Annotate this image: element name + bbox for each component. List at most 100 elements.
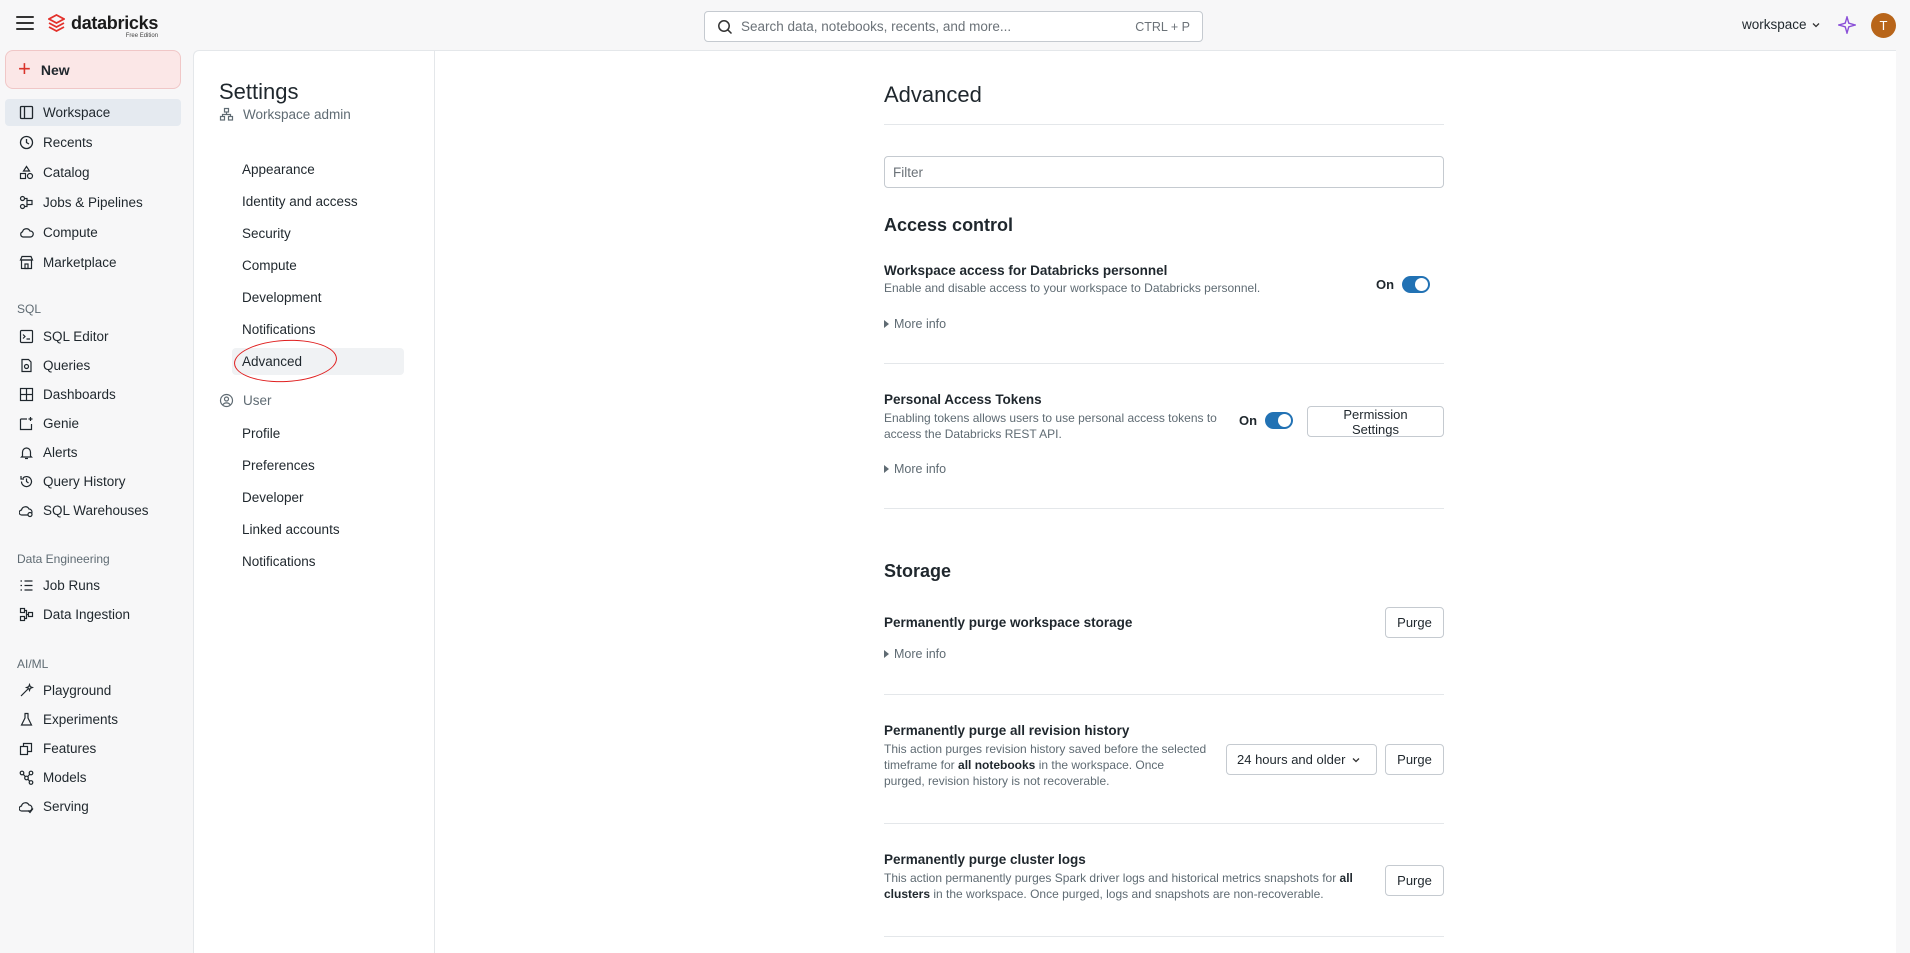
warehouse-icon bbox=[19, 506, 33, 518]
nav-queries[interactable]: Queries bbox=[5, 352, 181, 379]
nav-genie[interactable]: Genie bbox=[5, 410, 181, 437]
nav-sql-warehouses[interactable]: SQL Warehouses bbox=[5, 497, 181, 524]
cloud-icon bbox=[20, 228, 34, 238]
features-icon bbox=[19, 742, 33, 756]
settings-security[interactable]: Security bbox=[232, 220, 404, 247]
personnel-access-desc: Enable and disable access to your worksp… bbox=[884, 281, 1261, 295]
divider bbox=[884, 823, 1444, 824]
user-circle-icon bbox=[219, 393, 234, 408]
workspace-switcher[interactable]: workspace bbox=[1742, 17, 1821, 32]
nav-job-runs[interactable]: Job Runs bbox=[5, 572, 181, 599]
nav-serving[interactable]: Serving bbox=[5, 793, 181, 820]
purge-logs-title: Permanently purge cluster logs bbox=[884, 852, 1086, 867]
nav-sql-editor[interactable]: SQL Editor bbox=[5, 323, 181, 350]
nav-features[interactable]: Features bbox=[5, 735, 181, 762]
personnel-more-info[interactable]: More info bbox=[884, 317, 946, 331]
purge-storage-title: Permanently purge workspace storage bbox=[884, 615, 1133, 630]
settings-development[interactable]: Development bbox=[232, 284, 404, 311]
main-panel: Settings Workspace admin Appearance Iden… bbox=[193, 50, 1896, 953]
settings-notifications-admin[interactable]: Notifications bbox=[232, 316, 404, 343]
databricks-logo[interactable]: databricks Free Edition bbox=[48, 14, 158, 39]
purge-revision-button[interactable]: Purge bbox=[1385, 744, 1444, 775]
menu-icon[interactable] bbox=[16, 16, 34, 30]
caret-right-icon bbox=[884, 650, 889, 658]
nav-models[interactable]: Models bbox=[5, 764, 181, 791]
permission-settings-button[interactable]: Permission Settings bbox=[1307, 406, 1444, 437]
chevron-down-icon bbox=[1352, 757, 1360, 762]
search-shortcut: CTRL + P bbox=[1135, 19, 1190, 34]
storage-more-info[interactable]: More info bbox=[884, 647, 946, 661]
purge-storage-button[interactable]: Purge bbox=[1385, 607, 1444, 638]
tokens-toggle[interactable] bbox=[1265, 412, 1294, 429]
tokens-state: On bbox=[1239, 413, 1258, 428]
purge-revision-desc-line1: This action purges revision history save… bbox=[884, 742, 1207, 756]
catalog-icon bbox=[19, 165, 34, 180]
nav-data-ingestion[interactable]: Data Ingestion bbox=[5, 601, 181, 628]
settings-identity-access[interactable]: Identity and access bbox=[232, 188, 404, 215]
chevron-down-icon bbox=[1812, 22, 1819, 27]
personnel-access-toggle[interactable] bbox=[1402, 276, 1431, 293]
personnel-access-toggle-group: On bbox=[1376, 276, 1431, 293]
nav-section-data-engineering: Data Engineering bbox=[17, 552, 110, 566]
history-icon bbox=[20, 475, 33, 488]
purge-logs-button[interactable]: Purge bbox=[1385, 865, 1444, 896]
tokens-more-info[interactable]: More info bbox=[884, 462, 946, 476]
nav-query-history[interactable]: Query History bbox=[5, 468, 181, 495]
nav-recents[interactable]: Recents bbox=[5, 129, 181, 156]
divider bbox=[884, 363, 1444, 364]
settings-advanced[interactable]: Advanced bbox=[232, 348, 404, 375]
purge-logs-desc-line1: This action permanently purges Spark dri… bbox=[884, 871, 1353, 885]
global-search[interactable]: Search data, notebooks, recents, and mor… bbox=[704, 11, 1203, 42]
divider bbox=[884, 936, 1444, 937]
bell-icon bbox=[20, 447, 33, 460]
tokens-title: Personal Access Tokens bbox=[884, 392, 1042, 407]
nav-alerts[interactable]: Alerts bbox=[5, 439, 181, 466]
models-icon bbox=[19, 770, 34, 785]
caret-right-icon bbox=[884, 320, 889, 328]
nav-playground[interactable]: Playground bbox=[5, 677, 181, 704]
workspace-admin-icon bbox=[219, 107, 234, 121]
nav-catalog[interactable]: Catalog bbox=[5, 159, 181, 186]
nav-workspace[interactable]: Workspace bbox=[5, 99, 181, 126]
serving-icon bbox=[19, 802, 34, 814]
brand-edition: Free Edition bbox=[125, 33, 159, 39]
search-placeholder: Search data, notebooks, recents, and mor… bbox=[741, 19, 1012, 34]
nav-dashboards[interactable]: Dashboards bbox=[5, 381, 181, 408]
purge-revision-title: Permanently purge all revision history bbox=[884, 723, 1130, 738]
query-icon bbox=[21, 358, 32, 373]
settings-compute[interactable]: Compute bbox=[232, 252, 404, 279]
settings-notifications-user[interactable]: Notifications bbox=[232, 548, 404, 575]
sql-editor-icon bbox=[19, 329, 34, 344]
personnel-access-state: On bbox=[1376, 277, 1395, 292]
list-icon bbox=[20, 580, 33, 591]
top-bar: databricks Free Edition Search data, not… bbox=[0, 0, 1910, 50]
new-button[interactable]: + New bbox=[5, 50, 181, 89]
clock-icon bbox=[19, 135, 34, 150]
nav-compute[interactable]: Compute bbox=[5, 219, 181, 246]
divider bbox=[884, 694, 1444, 695]
page-title: Advanced bbox=[884, 82, 982, 107]
nav-marketplace[interactable]: Marketplace bbox=[5, 249, 181, 276]
nav-jobs-pipelines[interactable]: Jobs & Pipelines bbox=[5, 189, 181, 216]
purge-logs-desc-line2: clusters in the workspace. Once purged, … bbox=[884, 887, 1324, 901]
user-avatar[interactable]: T bbox=[1871, 13, 1896, 38]
caret-right-icon bbox=[884, 465, 889, 473]
store-icon bbox=[19, 255, 34, 270]
settings-preferences[interactable]: Preferences bbox=[232, 452, 404, 479]
settings-profile[interactable]: Profile bbox=[232, 420, 404, 447]
assistant-sparkle-icon[interactable] bbox=[1838, 16, 1856, 34]
revision-timeframe-select[interactable]: 24 hours and older bbox=[1226, 744, 1377, 775]
workspace-label: workspace bbox=[1742, 17, 1807, 32]
access-control-heading: Access control bbox=[884, 215, 1014, 235]
settings-linked-accounts[interactable]: Linked accounts bbox=[232, 516, 404, 543]
settings-group-workspace-admin: Workspace admin bbox=[219, 107, 351, 122]
settings-developer[interactable]: Developer bbox=[232, 484, 404, 511]
playground-icon bbox=[20, 683, 34, 697]
jobs-icon bbox=[19, 195, 33, 210]
filter-input[interactable] bbox=[884, 156, 1444, 188]
search-icon bbox=[718, 19, 733, 34]
flask-icon bbox=[20, 712, 33, 726]
dashboard-icon bbox=[19, 387, 34, 402]
settings-appearance[interactable]: Appearance bbox=[232, 156, 404, 183]
nav-experiments[interactable]: Experiments bbox=[5, 706, 181, 733]
